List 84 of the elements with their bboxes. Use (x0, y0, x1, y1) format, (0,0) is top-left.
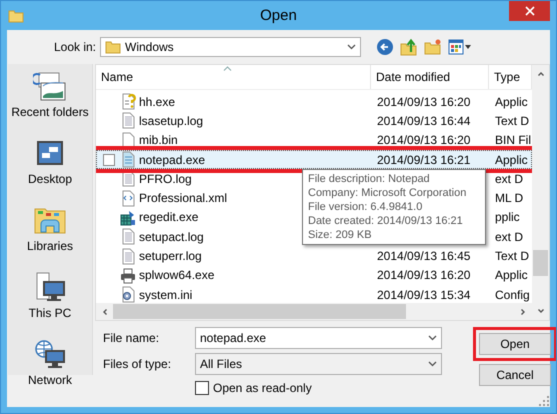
open-button[interactable]: Open (479, 333, 551, 355)
place-label[interactable]: Libraries (26, 239, 74, 253)
file-icon (120, 170, 136, 188)
file-name: setupact.log (139, 230, 204, 244)
date-modified: 2014/09/13 15:34 (377, 288, 470, 302)
tooltip-line: Size: 209 KB (308, 228, 373, 242)
file-name-label: File name: (103, 331, 160, 345)
app-icon (120, 151, 136, 168)
network-icon[interactable] (32, 338, 67, 370)
folder-icon (105, 39, 121, 55)
printer-icon (120, 266, 136, 284)
close-button[interactable] (509, 1, 550, 21)
gear-file-icon (120, 286, 136, 303)
vertical-scrollbar[interactable] (532, 65, 549, 320)
file-type: ext D (495, 230, 524, 244)
file-type-dropdown[interactable]: All Files (195, 353, 442, 375)
scroll-thumb[interactable] (113, 304, 406, 319)
row-checkbox[interactable] (103, 154, 115, 166)
chevron-down-icon (428, 335, 437, 341)
scroll-down-icon[interactable] (536, 307, 544, 315)
file-name: splwow64.exe (139, 268, 214, 282)
place-label[interactable]: Desktop (28, 172, 72, 186)
resize-grip-icon[interactable] (539, 396, 549, 406)
file-type: Config (495, 288, 530, 302)
file-type: Applic (495, 94, 528, 109)
file-type: Applic (495, 152, 528, 167)
scroll-thumb[interactable] (533, 250, 548, 276)
date-modified: 2014/09/13 16:20 (377, 133, 470, 148)
file-name: notepad.exe (139, 152, 206, 167)
file-name: hh.exe (139, 94, 176, 109)
new-folder-icon[interactable] (424, 38, 442, 56)
cancel-button[interactable]: Cancel (479, 364, 551, 386)
tooltip-line: File description: Notepad (308, 172, 431, 186)
date-modified: 2014/09/13 16:45 (377, 249, 470, 264)
file-name: mib.bin (139, 133, 178, 148)
file-icon (120, 248, 136, 265)
place-label[interactable]: This PC (28, 306, 72, 320)
file-name: setuperr.log (139, 249, 202, 264)
file-icon (120, 112, 136, 130)
chevron-down-icon (347, 44, 356, 50)
file-type-label: Files of type: (103, 357, 172, 371)
column-header[interactable]: Name (96, 65, 371, 89)
scroll-right-icon[interactable] (519, 308, 527, 316)
file-type: ML D (495, 191, 524, 206)
file-name-field[interactable]: notepad.exe (195, 327, 442, 349)
file-icon (120, 190, 136, 207)
look-in-label: Look in: (52, 40, 97, 54)
date-modified: 2014/09/13 16:21 (377, 152, 470, 167)
file-name: PFRO.log (139, 172, 192, 186)
chevron-down-icon (428, 361, 437, 367)
file-name: Professional.xml (139, 191, 228, 206)
folder-icon (8, 8, 24, 24)
column-header[interactable]: Date modified (371, 65, 489, 89)
file-name: regedit.exe (139, 210, 198, 224)
scroll-left-icon[interactable] (101, 308, 109, 316)
file-type: BIN Fil (495, 133, 531, 148)
file-type: Text D (495, 114, 530, 128)
recent-folders-icon[interactable] (33, 70, 67, 102)
place-label[interactable]: Recent folders (11, 105, 89, 119)
tooltip-line: Company: Microsoft Corporation (308, 186, 468, 200)
tooltip-line: File version: 6.4.9841.0 (308, 200, 424, 214)
horizontal-scrollbar[interactable] (96, 303, 532, 320)
read-only-label[interactable]: Open as read-only (213, 381, 312, 395)
file-icon (120, 228, 136, 246)
window-title: Open (259, 7, 298, 24)
date-modified: 2014/09/13 16:44 (377, 114, 470, 128)
file-name: lsasetup.log (139, 114, 204, 128)
folder-up-icon[interactable] (400, 38, 418, 56)
file-type: Text D (495, 249, 530, 264)
file-type: pplic (495, 210, 520, 224)
date-modified: 2014/09/13 16:20 (377, 268, 470, 282)
close-icon (524, 6, 534, 16)
date-modified: 2014/09/13 16:20 (377, 94, 470, 109)
scroll-up-icon[interactable] (536, 70, 544, 78)
look-in-dropdown[interactable]: Windows (100, 37, 361, 57)
view-menu-icon[interactable] (448, 39, 472, 55)
help-file-icon (120, 93, 136, 110)
file-type: Applic (495, 268, 528, 282)
file-type: ext D (495, 172, 524, 186)
file-name: system.ini (139, 288, 192, 302)
registry-icon (120, 208, 136, 226)
tooltip-line: Date created: 2014/09/13 16:21 (308, 214, 464, 228)
place-label[interactable]: Network (28, 373, 72, 387)
read-only-checkbox[interactable] (195, 381, 209, 395)
